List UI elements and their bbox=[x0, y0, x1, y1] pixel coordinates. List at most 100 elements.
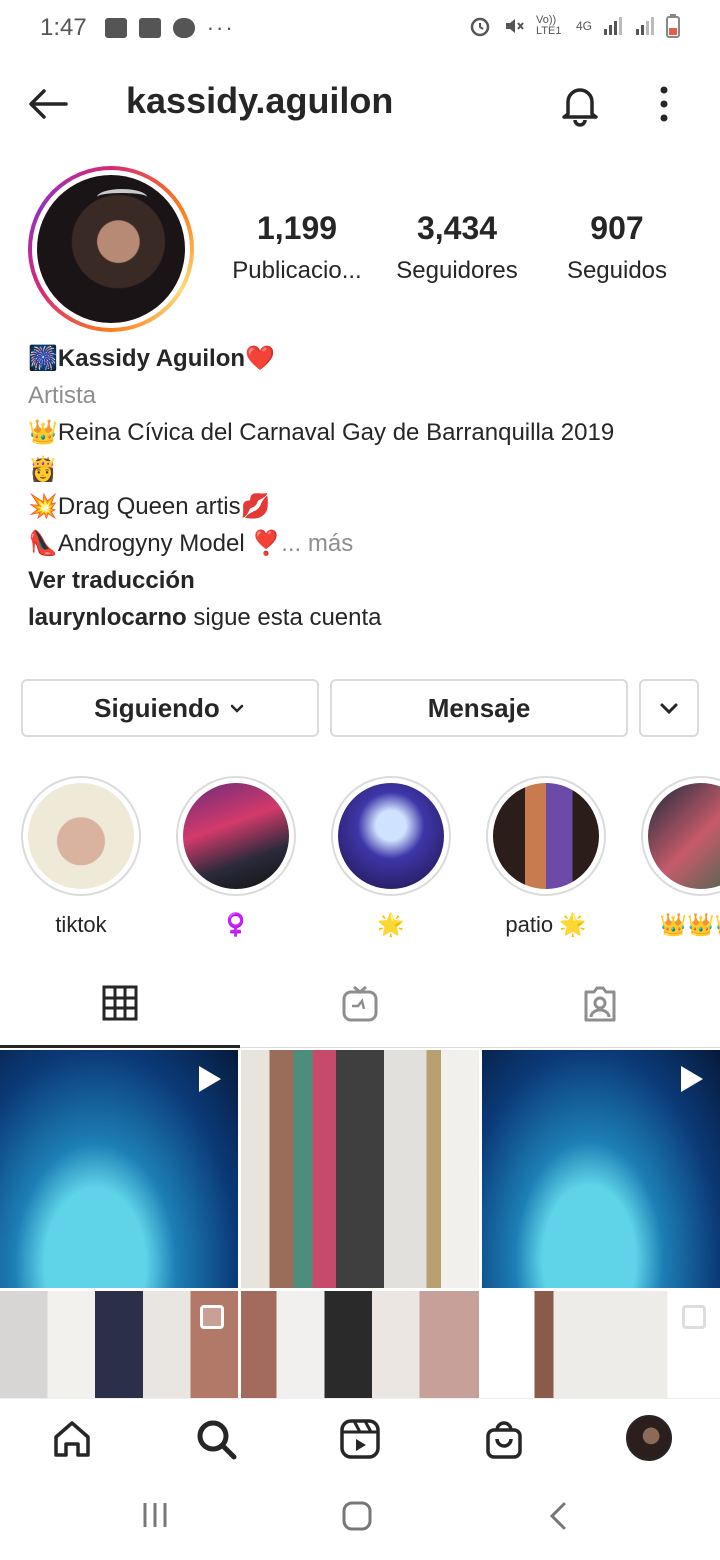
followers-count: 3,434 bbox=[416, 210, 498, 246]
posts-label: Publicacio... bbox=[232, 257, 362, 284]
igtv-icon bbox=[342, 985, 378, 1022]
carousel-icon bbox=[200, 1305, 224, 1329]
more-options-button[interactable] bbox=[650, 82, 678, 126]
following-label: Seguidos bbox=[566, 257, 668, 284]
post-thumbnail[interactable] bbox=[241, 1291, 479, 1398]
post-thumbnail[interactable] bbox=[241, 1050, 479, 1288]
grid-icon bbox=[102, 985, 138, 1020]
message-button[interactable]: Mensaje bbox=[330, 679, 628, 737]
nav-shop[interactable] bbox=[482, 1417, 526, 1461]
following-label: Siguiendo bbox=[94, 692, 220, 723]
highlight-label: ♀️ bbox=[222, 912, 250, 937]
following-count: 907 bbox=[590, 210, 644, 246]
following-button[interactable]: Siguiendo bbox=[21, 679, 319, 737]
signal-icon-2 bbox=[636, 17, 654, 35]
chevron-down-icon bbox=[230, 704, 244, 713]
followed-by[interactable]: laurynlocarno sigue esta cuenta bbox=[28, 599, 708, 636]
search-icon bbox=[197, 1420, 237, 1460]
bottom-navigation bbox=[0, 1398, 720, 1478]
video-icon bbox=[199, 1066, 221, 1092]
stat-posts[interactable]: 1,199 Publicacio... bbox=[222, 210, 372, 285]
highlight-cover bbox=[648, 783, 720, 889]
tab-igtv[interactable] bbox=[240, 960, 480, 1048]
follower-username: laurynlocarno bbox=[28, 604, 187, 631]
bio-line-last: 👠Androgyny Model ❣️... más bbox=[28, 525, 708, 562]
story-highlight[interactable]: 👑👑👑 bbox=[641, 776, 720, 938]
highlight-cover bbox=[338, 783, 444, 889]
page-title: kassidy.aguilon bbox=[126, 80, 394, 121]
folder-icon bbox=[138, 18, 161, 38]
profile-bio: 🎆Kassidy Aguilon❤️ Artista 👑Reina Cívica… bbox=[28, 340, 708, 636]
shop-icon bbox=[486, 1421, 522, 1459]
post-thumbnail[interactable] bbox=[482, 1291, 720, 1398]
tagged-icon bbox=[584, 986, 616, 1022]
profile-avatar[interactable] bbox=[28, 166, 194, 332]
chevron-down-icon bbox=[660, 703, 678, 715]
stat-followers[interactable]: 3,434 Seguidores bbox=[382, 210, 532, 285]
avatar-photo bbox=[37, 175, 185, 323]
recent-apps-button[interactable] bbox=[140, 1500, 170, 1530]
highlight-label: 👑👑👑 bbox=[659, 912, 720, 937]
post-thumbnail[interactable] bbox=[482, 1050, 720, 1288]
story-highlight[interactable]: ♀️ bbox=[176, 776, 296, 938]
alarm-icon bbox=[470, 17, 490, 37]
post-thumbnail[interactable] bbox=[0, 1050, 238, 1288]
bell-icon bbox=[562, 88, 598, 127]
posts-count: 1,199 bbox=[256, 210, 338, 246]
tab-tagged[interactable] bbox=[480, 960, 720, 1048]
nav-profile-avatar[interactable] bbox=[626, 1415, 672, 1461]
highlight-label: patio 🌟 bbox=[505, 912, 587, 937]
network-label: Vo)) LTE1 bbox=[535, 14, 562, 37]
highlight-cover bbox=[28, 783, 134, 889]
bio-line: 👑Reina Cívica del Carnaval Gay de Barran… bbox=[28, 419, 615, 446]
top-bar: kassidy.aguilon bbox=[0, 60, 720, 148]
posts-grid bbox=[0, 1050, 720, 1398]
followers-label: Seguidores bbox=[396, 257, 518, 284]
more-notifications-icon: ··· bbox=[206, 15, 235, 40]
signal-icon bbox=[604, 17, 622, 35]
stat-following[interactable]: 907 Seguidos bbox=[542, 210, 692, 285]
highlight-cover bbox=[183, 783, 289, 889]
gallery-icon bbox=[104, 18, 127, 38]
crown-decoration bbox=[97, 189, 147, 205]
nav-search[interactable] bbox=[194, 1417, 238, 1461]
net-type-label: 4G bbox=[575, 19, 592, 33]
more-link[interactable]: ... más bbox=[281, 530, 353, 557]
bio-line: 👠Androgyny Model ❣️ bbox=[28, 530, 282, 557]
more-vertical-icon bbox=[660, 86, 668, 122]
status-time: 1:47 bbox=[40, 14, 87, 41]
carousel-icon bbox=[682, 1305, 706, 1329]
highlight-cover bbox=[493, 783, 599, 889]
profile-tabs bbox=[0, 960, 720, 1048]
back-nav-button[interactable] bbox=[546, 1500, 572, 1532]
followed-by-text: sigue esta cuenta bbox=[186, 604, 382, 631]
profile-category: Artista bbox=[28, 382, 97, 409]
video-icon bbox=[681, 1066, 703, 1092]
post-thumbnail[interactable] bbox=[0, 1291, 238, 1398]
back-arrow-icon bbox=[29, 89, 68, 119]
story-highlight[interactable]: 🌟 bbox=[331, 776, 451, 938]
notifications-button[interactable] bbox=[556, 80, 604, 128]
story-highlight[interactable]: patio 🌟 bbox=[486, 776, 606, 938]
back-button[interactable] bbox=[26, 82, 70, 126]
suggested-dropdown-button[interactable] bbox=[639, 679, 699, 737]
story-highlight[interactable]: tiktok bbox=[21, 776, 141, 938]
highlight-label: 🌟 bbox=[377, 912, 405, 937]
home-icon bbox=[54, 1421, 90, 1457]
tab-posts-grid[interactable] bbox=[0, 960, 240, 1048]
home-button[interactable] bbox=[341, 1500, 373, 1532]
bio-line: 👸 bbox=[28, 456, 58, 483]
nav-home[interactable] bbox=[50, 1417, 94, 1461]
status-bar: 1:47 ··· Vo)) LTE1 4G bbox=[0, 0, 720, 56]
cloud-icon bbox=[172, 18, 195, 38]
see-translation-link[interactable]: Ver traducción bbox=[28, 562, 708, 599]
mute-icon bbox=[505, 19, 524, 33]
reels-icon bbox=[340, 1419, 380, 1459]
bio-line: 💥Drag Queen artis💋 bbox=[28, 493, 271, 520]
message-label: Mensaje bbox=[427, 692, 531, 723]
battery-icon bbox=[666, 14, 680, 38]
highlight-label: tiktok bbox=[55, 912, 107, 937]
profile-name: 🎆Kassidy Aguilon❤️ bbox=[28, 345, 275, 372]
nav-reels[interactable] bbox=[338, 1417, 382, 1461]
system-navigation-bar bbox=[0, 1478, 720, 1560]
